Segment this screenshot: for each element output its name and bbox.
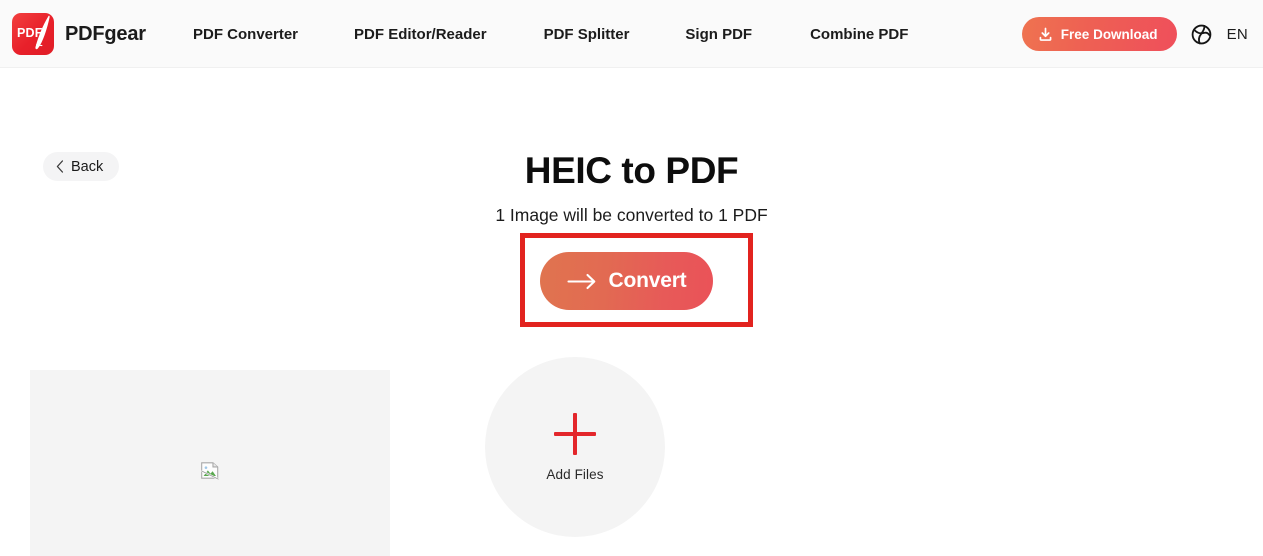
- language-label[interactable]: EN: [1227, 26, 1248, 43]
- brand-logo[interactable]: PDF PDFgear: [12, 13, 146, 55]
- nav-item-pdf-splitter[interactable]: PDF Splitter: [544, 20, 630, 49]
- convert-button[interactable]: Convert: [540, 252, 713, 310]
- logo-quill-glyph: [35, 15, 50, 50]
- main-navigation: PDF Converter PDF Editor/Reader PDF Spli…: [193, 0, 908, 68]
- header-actions: Free Download EN: [1021, 0, 1248, 68]
- page-root: PDF PDFgear PDF Converter PDF Editor/Rea…: [0, 0, 1263, 556]
- site-header: PDF PDFgear PDF Converter PDF Editor/Rea…: [0, 0, 1263, 68]
- nav-item-sign-pdf[interactable]: Sign PDF: [685, 20, 752, 49]
- nav-item-pdf-editor-reader[interactable]: PDF Editor/Reader: [354, 20, 487, 49]
- plus-icon: [554, 412, 596, 455]
- page-title: HEIC to PDF: [524, 150, 739, 191]
- pdfgear-logo-icon: PDF: [12, 13, 54, 55]
- add-files-button[interactable]: Add Files: [485, 357, 665, 537]
- download-icon: [1039, 27, 1052, 41]
- arrow-right-icon: [566, 273, 595, 289]
- free-download-button[interactable]: Free Download: [1021, 17, 1177, 51]
- globe-icon[interactable]: [1189, 21, 1215, 47]
- add-files-label: Add Files: [546, 466, 604, 482]
- file-thumbnail-panel[interactable]: [30, 370, 390, 556]
- brand-name: PDFgear: [65, 22, 146, 45]
- globe-icon-glyph: [1191, 24, 1212, 44]
- free-download-label: Free Download: [1060, 26, 1158, 42]
- nav-item-combine-pdf[interactable]: Combine PDF: [810, 20, 908, 49]
- nav-item-pdf-converter[interactable]: PDF Converter: [193, 20, 298, 49]
- broken-image-icon: [200, 462, 219, 480]
- conversion-summary-text: 1 Image will be converted to 1 PDF: [495, 205, 768, 225]
- convert-button-label: Convert: [608, 269, 687, 292]
